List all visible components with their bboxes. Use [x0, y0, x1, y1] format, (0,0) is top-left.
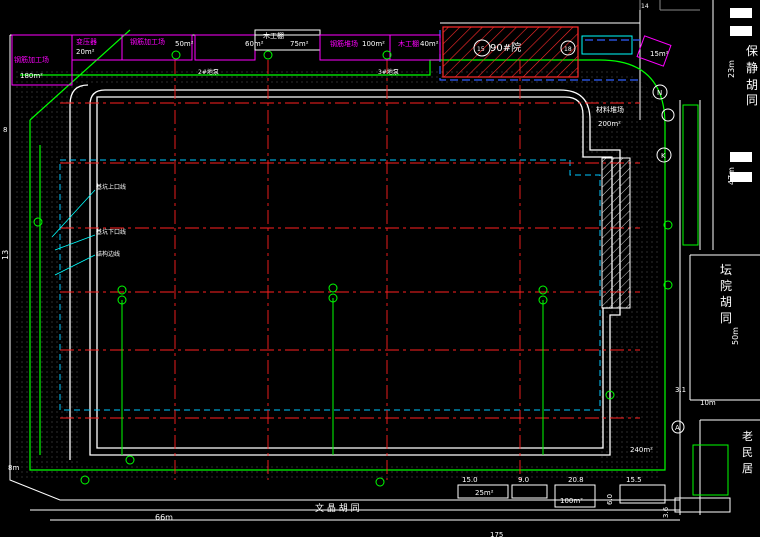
dim-175: 175: [490, 531, 503, 537]
label-steel-yard-2: 钢筋加工场: [130, 37, 165, 46]
street-name: 文 晶 胡 同: [315, 502, 360, 514]
res-char-2: 民: [742, 446, 753, 459]
label-pit-top: 基坑上口线: [96, 183, 126, 191]
label-circle-18: 18: [564, 46, 572, 53]
res-char-1: 老: [742, 430, 753, 443]
label-carpentry-2: 木工棚: [398, 39, 419, 48]
dim-47m: 47m: [727, 167, 736, 185]
dim-6: 6.0: [606, 494, 614, 505]
label-rebar-yard: 钢筋堆场: [330, 39, 358, 48]
label-90-yard: 90#院: [490, 41, 521, 54]
dim-left-13: 13: [1, 250, 10, 260]
dim-36: 3.6: [662, 506, 670, 518]
road-char-3: 胡: [746, 78, 758, 92]
alley-char-4: 同: [720, 311, 732, 325]
dim-9: 9.0: [518, 476, 529, 484]
label-a: A: [675, 424, 680, 432]
alley-char-1: 坛: [720, 263, 732, 277]
area-25: 25m²: [475, 489, 494, 497]
label-rebar-yard-area: 100m²: [362, 40, 385, 48]
road-char-2: 静: [746, 61, 758, 75]
label-steel-yard: 钢筋加工场: [14, 55, 49, 64]
road-char-1: 保: [746, 44, 758, 58]
dim-23m: 23m: [727, 60, 736, 78]
road-char-4: 同: [746, 93, 758, 107]
label-15m: 15m²: [650, 50, 669, 58]
label-top-area-2: 60m²: [245, 40, 264, 48]
label-pump-2: 2#地泵: [198, 68, 219, 76]
site-plan-drawing: 钢筋加工场 180m² 变压器 20m² 钢筋加工场 50m² 60m² 木工棚…: [0, 0, 760, 537]
label-pump-3: 3#地泵: [378, 68, 399, 76]
label-carpentry-area: 75m²: [290, 40, 309, 48]
dim-left-8: 8: [3, 126, 7, 134]
dim-50m: 50m: [731, 327, 740, 345]
dim-15: 15.0: [462, 476, 478, 484]
label-top-area-1: 50m²: [175, 40, 194, 48]
alley-char-2: 院: [720, 279, 732, 293]
dim-66m: 66m: [155, 513, 173, 522]
dim-10m: 10m: [700, 399, 716, 407]
label-14: 14: [641, 3, 649, 10]
dim-left-8m: 8m: [8, 464, 19, 472]
dim-31: 3.1: [675, 386, 686, 394]
storage-hatched: [601, 157, 631, 309]
area-240: 240m²: [630, 446, 653, 454]
res-char-3: 居: [742, 462, 753, 475]
label-carpentry: 木工棚: [263, 31, 284, 40]
label-carpentry-2-area: 40m²: [420, 40, 439, 48]
label-n: N: [657, 89, 662, 97]
label-pit-bottom: 基坑下口线: [96, 228, 126, 236]
label-steel-yard-area: 180m²: [20, 72, 43, 80]
label-storage: 材料堆场: [596, 105, 624, 114]
label-storage-area: 200m²: [598, 120, 621, 128]
label-circle-15: 15: [477, 46, 485, 53]
label-k: K: [661, 152, 666, 160]
dim-20: 20.8: [568, 476, 584, 484]
label-transformer: 变压器: [76, 37, 97, 46]
label-structure-edge: 结构边线: [96, 250, 120, 258]
label-transformer-area: 20m²: [76, 48, 95, 56]
dim-15b: 15.5: [626, 476, 642, 484]
area-100: 100m²: [560, 497, 583, 505]
alley-char-3: 胡: [720, 295, 732, 309]
